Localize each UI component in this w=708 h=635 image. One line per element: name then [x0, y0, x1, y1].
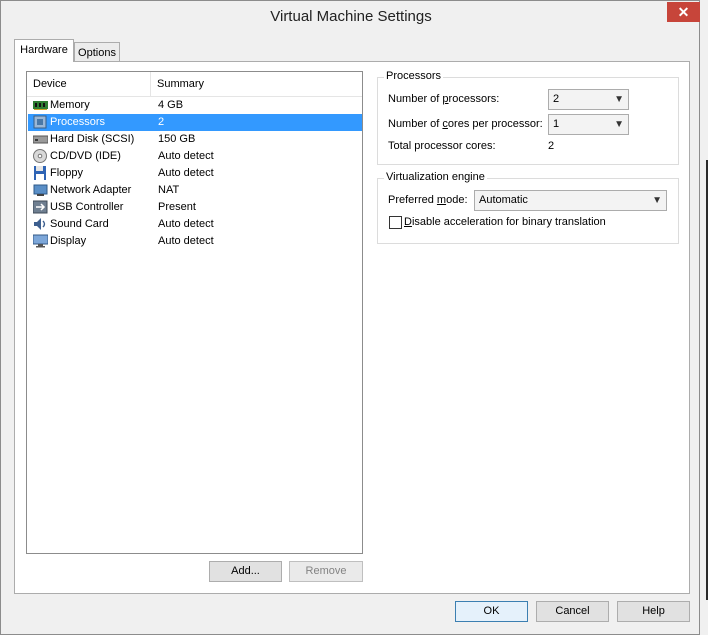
- hard-disk-icon: [33, 135, 48, 144]
- device-summary: Auto detect: [158, 167, 214, 179]
- close-icon: ✕: [677, 4, 690, 20]
- device-row-memory[interactable]: Memory 4 GB: [28, 97, 362, 114]
- preferred-mode-value: Automatic: [479, 194, 528, 206]
- tab-hardware-label: Hardware: [20, 44, 68, 56]
- device-row-cd-dvd[interactable]: CD/DVD (IDE) Auto detect: [28, 148, 362, 165]
- background-window-edge: [700, 0, 708, 635]
- device-name: CD/DVD (IDE): [50, 150, 121, 162]
- preferred-mode-select[interactable]: Automatic ▼: [474, 190, 667, 211]
- add-button[interactable]: Add...: [209, 561, 282, 582]
- window-title: Virtual Machine Settings: [270, 8, 432, 25]
- device-list-header: Device Summary: [27, 72, 362, 97]
- virtualization-engine-group: Virtualization engine: [377, 171, 679, 244]
- sound-card-icon: [34, 218, 46, 230]
- preferred-mode-label: Preferred mode:: [388, 194, 468, 206]
- device-summary: Auto detect: [158, 150, 214, 162]
- device-name: Hard Disk (SCSI): [50, 133, 135, 145]
- device-row-processors[interactable]: Processors 2: [28, 114, 362, 131]
- device-summary: 4 GB: [158, 99, 184, 111]
- device-name: Floppy: [50, 167, 84, 179]
- num-processors-select[interactable]: 2 ▼: [548, 89, 629, 110]
- total-cores-label: Total processor cores:: [388, 140, 496, 152]
- floppy-icon: [34, 166, 46, 180]
- device-row-sound-card[interactable]: Sound Card Auto detect: [28, 216, 362, 233]
- cores-per-processor-select[interactable]: 1 ▼: [548, 114, 629, 135]
- cd-dvd-icon: [33, 149, 47, 163]
- network-adapter-icon: [33, 184, 48, 196]
- device-summary: Auto detect: [158, 218, 214, 230]
- device-summary: NAT: [158, 184, 180, 196]
- device-summary: Auto detect: [158, 235, 214, 247]
- device-row-display[interactable]: Display Auto detect: [28, 233, 362, 250]
- device-list[interactable]: Device Summary Memory 4 GB Processors 2: [26, 71, 363, 554]
- device-name: Sound Card: [50, 218, 109, 230]
- ok-button-label: OK: [483, 605, 500, 617]
- cancel-button[interactable]: Cancel: [536, 601, 609, 622]
- cores-per-processor-label: Number of cores per processor:: [388, 118, 543, 130]
- processors-group-title: Processors: [384, 70, 444, 82]
- device-summary: Present: [158, 201, 196, 213]
- device-column-header[interactable]: Device: [27, 72, 151, 96]
- memory-icon: [33, 101, 48, 110]
- num-processors-label: Number of processors:: [388, 93, 500, 105]
- device-row-hard-disk[interactable]: Hard Disk (SCSI) 150 GB: [28, 131, 362, 148]
- virtualization-engine-group-title: Virtualization engine: [384, 171, 487, 183]
- add-button-label: Add...: [231, 565, 260, 577]
- total-cores-value: 2: [548, 140, 555, 152]
- cancel-button-label: Cancel: [555, 605, 590, 617]
- num-processors-value: 2: [553, 93, 560, 105]
- device-summary: 2: [158, 116, 165, 128]
- chevron-down-icon: ▼: [614, 94, 624, 105]
- summary-column-header[interactable]: Summary: [151, 72, 362, 96]
- tab-options[interactable]: Options: [74, 42, 120, 62]
- device-row-floppy[interactable]: Floppy Auto detect: [28, 165, 362, 182]
- device-name: Network Adapter: [50, 184, 132, 196]
- remove-button-label: Remove: [305, 565, 347, 577]
- processor-icon: [33, 115, 47, 129]
- usb-icon: [33, 200, 48, 214]
- settings-window: Virtual Machine Settings ✕ Hardware Opti…: [0, 0, 700, 635]
- help-button[interactable]: Help: [617, 601, 690, 622]
- cores-per-processor-value: 1: [553, 118, 560, 130]
- device-name: Display: [50, 235, 87, 247]
- remove-button[interactable]: Remove: [289, 561, 363, 582]
- device-row-network-adapter[interactable]: Network Adapter NAT: [28, 182, 362, 199]
- chevron-down-icon: ▼: [652, 195, 662, 206]
- device-summary: 150 GB: [158, 133, 196, 145]
- disable-acceleration-label[interactable]: Disable acceleration for binary translat…: [404, 216, 606, 228]
- chevron-down-icon: ▼: [614, 119, 624, 130]
- display-icon: [33, 234, 48, 248]
- device-name: Memory: [50, 99, 90, 111]
- disable-acceleration-checkbox[interactable]: [389, 216, 402, 229]
- tab-options-label: Options: [78, 47, 116, 59]
- tab-hardware[interactable]: Hardware: [14, 39, 74, 62]
- help-button-label: Help: [642, 605, 665, 617]
- device-name: USB Controller: [50, 201, 124, 213]
- device-row-usb-controller[interactable]: USB Controller Present: [28, 199, 362, 216]
- close-button[interactable]: ✕: [667, 2, 700, 22]
- device-name: Processors: [50, 116, 106, 128]
- ok-button[interactable]: OK: [455, 601, 528, 622]
